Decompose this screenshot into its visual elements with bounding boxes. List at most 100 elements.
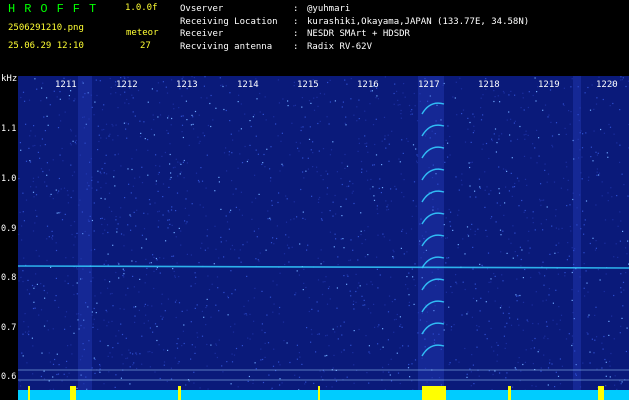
noise-pixel [517, 295, 519, 297]
noise-pixel [132, 275, 134, 277]
noise-pixel [119, 216, 121, 218]
noise-pixel [190, 321, 192, 323]
noise-pixel [542, 229, 544, 231]
noise-pixel [522, 277, 524, 279]
noise-pixel [162, 81, 164, 83]
noise-pixel [368, 345, 370, 347]
noise-pixel [523, 134, 525, 136]
noise-pixel [94, 295, 96, 297]
noise-pixel [104, 162, 106, 164]
noise-pixel [514, 182, 516, 185]
noise-pixel [52, 235, 54, 237]
noise-pixel [477, 228, 479, 230]
noise-pixel [508, 312, 510, 315]
noise-pixel [302, 289, 304, 291]
version-label: 1.0.0f [125, 3, 158, 13]
noise-pixel [178, 276, 180, 278]
noise-pixel [30, 186, 32, 188]
noise-pixel [415, 148, 417, 150]
noise-pixel [611, 196, 613, 198]
noise-pixel [172, 255, 175, 257]
noise-pixel [349, 180, 351, 182]
noise-pixel [294, 104, 296, 106]
noise-pixel [343, 321, 345, 323]
noise-pixel [542, 261, 544, 263]
noise-pixel [230, 209, 232, 211]
noise-pixel [27, 279, 29, 281]
noise-pixel [58, 190, 60, 192]
noise-pixel [214, 352, 216, 354]
noise-pixel [147, 149, 149, 151]
noise-pixel [270, 177, 272, 179]
noise-pixel [151, 305, 153, 307]
noise-pixel [565, 133, 567, 135]
noise-pixel [241, 214, 243, 216]
noise-pixel [587, 291, 589, 293]
noise-pixel [65, 367, 67, 369]
noise-pixel [571, 78, 573, 80]
noise-pixel [237, 386, 239, 388]
noise-pixel [512, 186, 514, 188]
noise-pixel [20, 385, 22, 387]
noise-pixel [415, 205, 417, 207]
noise-pixel [218, 257, 220, 259]
noise-pixel [512, 225, 514, 227]
spectrogram-view[interactable] [18, 76, 629, 400]
noise-pixel [397, 99, 399, 101]
noise-pixel [497, 95, 499, 97]
noise-pixel [414, 359, 417, 361]
noise-pixel [43, 370, 45, 372]
noise-burst [178, 386, 181, 400]
noise-pixel [93, 230, 95, 232]
noise-pixel [170, 209, 173, 211]
noise-pixel [617, 225, 619, 227]
noise-pixel [57, 373, 60, 375]
noise-pixel [200, 247, 202, 249]
noise-pixel [105, 182, 107, 184]
noise-pixel [346, 83, 348, 85]
noise-pixel [616, 142, 618, 144]
noise-pixel [207, 388, 209, 390]
noise-pixel [129, 366, 131, 368]
y-tick-label: 1.1 [1, 124, 17, 134]
noise-pixel [490, 217, 492, 220]
noise-pixel [170, 367, 172, 369]
noise-pixel [73, 221, 76, 223]
noise-pixel [216, 356, 218, 359]
noise-pixel [254, 287, 256, 289]
noise-pixel [26, 289, 28, 291]
noise-pixel [406, 276, 408, 278]
noise-pixel [571, 299, 573, 301]
noise-pixel [521, 249, 523, 251]
noise-pixel [97, 125, 99, 127]
noise-pixel [194, 346, 196, 348]
noise-pixel [305, 381, 307, 383]
noise-pixel [467, 128, 469, 130]
noise-pixel [275, 123, 277, 125]
noise-pixel [499, 101, 501, 103]
noise-pixel [510, 90, 512, 92]
noise-pixel [115, 335, 117, 337]
noise-pixel [516, 278, 518, 280]
noise-pixel [448, 257, 450, 259]
noise-pixel [231, 293, 233, 295]
noise-pixel [497, 287, 499, 289]
noise-pixel [467, 235, 470, 237]
noise-pixel [587, 86, 589, 89]
noise-pixel [206, 365, 208, 367]
noise-pixel [498, 188, 500, 190]
noise-pixel [412, 144, 415, 146]
noise-pixel [199, 387, 201, 389]
noise-pixel [547, 116, 549, 118]
noise-pixel [62, 160, 64, 162]
noise-pixel [367, 226, 369, 228]
noise-pixel [181, 131, 183, 133]
noise-pixel [154, 323, 157, 325]
noise-pixel [613, 256, 615, 258]
noise-pixel [462, 238, 464, 240]
noise-pixel [311, 195, 313, 197]
noise-pixel [308, 297, 310, 299]
noise-pixel [570, 111, 572, 113]
noise-pixel [136, 209, 138, 211]
noise-pixel [493, 273, 495, 275]
